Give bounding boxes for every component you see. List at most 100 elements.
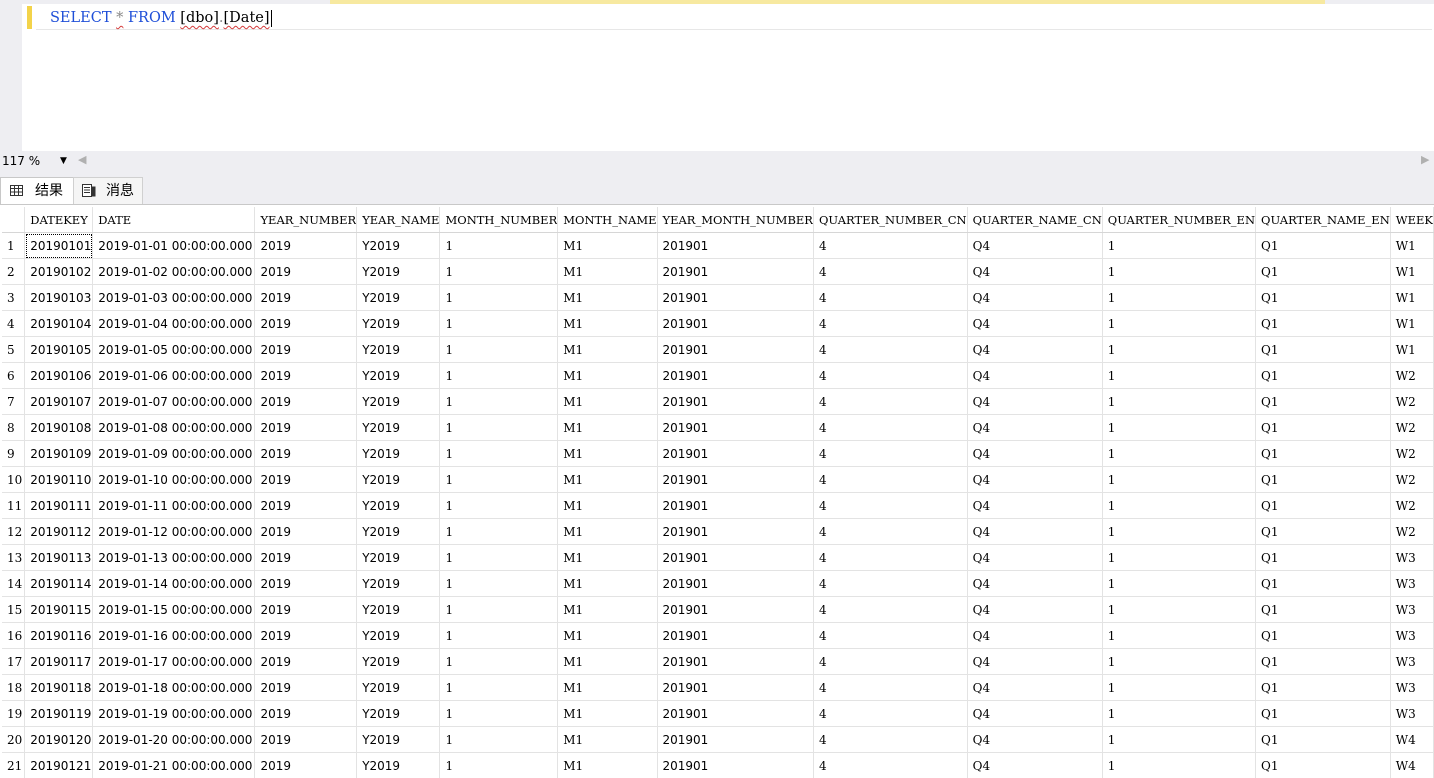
table-cell[interactable]: Y2019 bbox=[357, 415, 440, 441]
row-number[interactable]: 6 bbox=[2, 363, 25, 389]
table-cell[interactable]: W1 bbox=[1390, 337, 1433, 363]
table-cell[interactable]: 20190120 bbox=[25, 727, 93, 753]
table-cell[interactable]: 1 bbox=[1102, 597, 1255, 623]
table-cell[interactable]: 2019-01-07 00:00:00.000 bbox=[93, 389, 255, 415]
table-cell[interactable]: 20190119 bbox=[25, 701, 93, 727]
column-header[interactable]: YEAR_NAME bbox=[357, 207, 440, 233]
table-cell[interactable]: 2019-01-15 00:00:00.000 bbox=[93, 597, 255, 623]
row-number[interactable]: 15 bbox=[2, 597, 25, 623]
table-cell[interactable]: M1 bbox=[558, 363, 657, 389]
table-cell[interactable]: W2 bbox=[1390, 389, 1433, 415]
table-cell[interactable]: Q4 bbox=[967, 415, 1102, 441]
table-cell[interactable]: 2019 bbox=[255, 467, 357, 493]
table-cell[interactable]: M1 bbox=[558, 623, 657, 649]
table-cell[interactable]: 20190114 bbox=[25, 571, 93, 597]
table-cell[interactable]: Y2019 bbox=[357, 259, 440, 285]
table-cell[interactable]: 20190112 bbox=[25, 519, 93, 545]
tab-messages[interactable]: 消息 bbox=[73, 177, 143, 204]
table-cell[interactable]: 1 bbox=[1102, 259, 1255, 285]
table-cell[interactable]: 2019 bbox=[255, 519, 357, 545]
table-cell[interactable]: 2019-01-19 00:00:00.000 bbox=[93, 701, 255, 727]
table-cell[interactable]: W3 bbox=[1390, 623, 1433, 649]
table-cell[interactable]: 4 bbox=[813, 623, 967, 649]
table-cell[interactable]: 1 bbox=[1102, 727, 1255, 753]
table-cell[interactable]: 20190110 bbox=[25, 467, 93, 493]
table-cell[interactable]: 201901 bbox=[657, 389, 813, 415]
column-header[interactable]: DATE bbox=[93, 207, 255, 233]
table-cell[interactable]: 4 bbox=[813, 545, 967, 571]
table-cell[interactable]: 1 bbox=[1102, 285, 1255, 311]
zoom-dropdown[interactable]: 117 % ▼ bbox=[0, 152, 70, 170]
table-cell[interactable]: Q4 bbox=[967, 519, 1102, 545]
table-cell[interactable]: 1 bbox=[440, 571, 558, 597]
table-cell[interactable]: M1 bbox=[558, 649, 657, 675]
table-cell[interactable]: Q1 bbox=[1256, 363, 1391, 389]
table-cell[interactable]: Y2019 bbox=[357, 649, 440, 675]
table-cell[interactable]: W2 bbox=[1390, 467, 1433, 493]
table-cell[interactable]: 2019-01-17 00:00:00.000 bbox=[93, 649, 255, 675]
query-editor[interactable]: SELECT * FROM [dbo].[Date] bbox=[0, 4, 1434, 151]
table-cell[interactable]: Q4 bbox=[967, 285, 1102, 311]
table-cell[interactable]: 20190105 bbox=[25, 337, 93, 363]
table-cell[interactable]: 2019 bbox=[255, 415, 357, 441]
table-cell[interactable]: 4 bbox=[813, 389, 967, 415]
table-cell[interactable]: Q4 bbox=[967, 545, 1102, 571]
table-cell[interactable]: 20190104 bbox=[25, 311, 93, 337]
table-cell[interactable]: M1 bbox=[558, 571, 657, 597]
table-cell[interactable]: 1 bbox=[440, 493, 558, 519]
table-cell[interactable]: 1 bbox=[440, 597, 558, 623]
table-cell[interactable]: W4 bbox=[1390, 727, 1433, 753]
table-cell[interactable]: 2019 bbox=[255, 649, 357, 675]
table-cell[interactable]: 4 bbox=[813, 441, 967, 467]
table-cell[interactable]: 2019 bbox=[255, 441, 357, 467]
table-cell[interactable]: M1 bbox=[558, 311, 657, 337]
table-cell[interactable]: 4 bbox=[813, 467, 967, 493]
row-number[interactable]: 19 bbox=[2, 701, 25, 727]
column-header[interactable]: YEAR_NUMBER bbox=[255, 207, 357, 233]
table-cell[interactable]: 20190117 bbox=[25, 649, 93, 675]
table-cell[interactable]: Q1 bbox=[1256, 259, 1391, 285]
table-cell[interactable]: Y2019 bbox=[357, 727, 440, 753]
table-cell[interactable]: Q4 bbox=[967, 233, 1102, 259]
table-cell[interactable]: 4 bbox=[813, 753, 967, 778]
table-cell[interactable]: Q1 bbox=[1256, 285, 1391, 311]
table-cell[interactable]: Q4 bbox=[967, 493, 1102, 519]
table-cell[interactable]: 2019-01-21 00:00:00.000 bbox=[93, 753, 255, 778]
table-cell[interactable]: 201901 bbox=[657, 545, 813, 571]
table-cell[interactable]: 201901 bbox=[657, 753, 813, 778]
table-cell[interactable]: 2019-01-04 00:00:00.000 bbox=[93, 311, 255, 337]
table-cell[interactable]: 20190103 bbox=[25, 285, 93, 311]
table-cell[interactable]: M1 bbox=[558, 753, 657, 778]
table-cell[interactable]: Q1 bbox=[1256, 389, 1391, 415]
row-number[interactable]: 9 bbox=[2, 441, 25, 467]
table-cell[interactable]: Y2019 bbox=[357, 311, 440, 337]
table-cell[interactable]: 2019-01-13 00:00:00.000 bbox=[93, 545, 255, 571]
table-cell[interactable]: 4 bbox=[813, 259, 967, 285]
table-cell[interactable]: Q1 bbox=[1256, 675, 1391, 701]
scroll-right-icon[interactable]: ▶ bbox=[1421, 153, 1429, 166]
row-number[interactable]: 21 bbox=[2, 753, 25, 778]
table-cell[interactable]: W1 bbox=[1390, 233, 1433, 259]
table-cell[interactable]: 2019 bbox=[255, 701, 357, 727]
table-cell[interactable]: 201901 bbox=[657, 259, 813, 285]
table-cell[interactable]: W1 bbox=[1390, 285, 1433, 311]
table-cell[interactable]: 1 bbox=[1102, 441, 1255, 467]
table-cell[interactable]: W4 bbox=[1390, 753, 1433, 778]
table-cell[interactable]: M1 bbox=[558, 545, 657, 571]
results-grid[interactable]: DATEKEYDATEYEAR_NUMBERYEAR_NAMEMONTH_NUM… bbox=[0, 204, 1434, 778]
table-cell[interactable]: W1 bbox=[1390, 259, 1433, 285]
table-cell[interactable]: Y2019 bbox=[357, 675, 440, 701]
column-header[interactable]: QUARTER_NAME_EN bbox=[1256, 207, 1391, 233]
table-cell[interactable]: Q4 bbox=[967, 311, 1102, 337]
table-cell[interactable]: 2019-01-03 00:00:00.000 bbox=[93, 285, 255, 311]
table-cell[interactable]: 1 bbox=[440, 727, 558, 753]
table-cell[interactable]: M1 bbox=[558, 259, 657, 285]
table-cell[interactable]: Q1 bbox=[1256, 441, 1391, 467]
table-cell[interactable]: W3 bbox=[1390, 649, 1433, 675]
table-cell[interactable]: 4 bbox=[813, 233, 967, 259]
current-line[interactable]: SELECT * FROM [dbo].[Date] bbox=[36, 7, 1432, 30]
table-cell[interactable]: 20190106 bbox=[25, 363, 93, 389]
table-cell[interactable]: 2019 bbox=[255, 571, 357, 597]
table-cell[interactable]: Q1 bbox=[1256, 753, 1391, 778]
table-cell[interactable]: 2019-01-20 00:00:00.000 bbox=[93, 727, 255, 753]
